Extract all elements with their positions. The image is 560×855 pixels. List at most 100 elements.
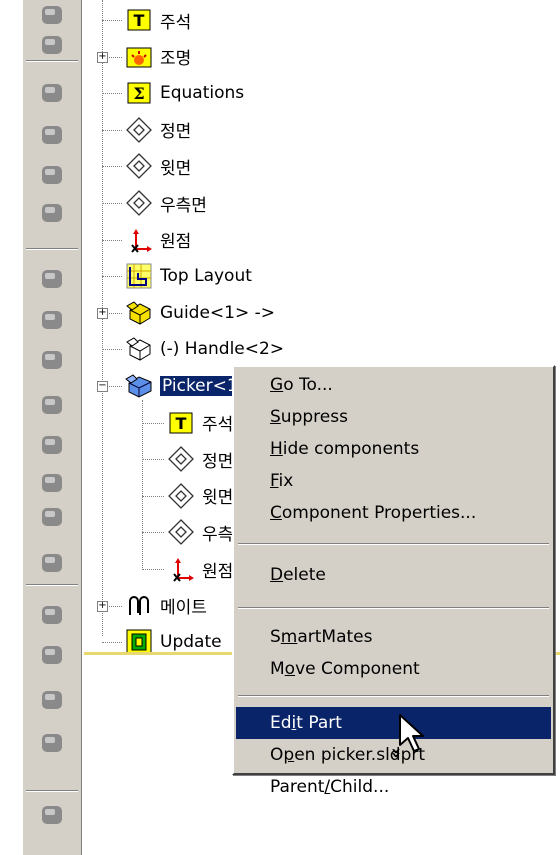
suppress-item[interactable]: Suppress <box>236 401 551 433</box>
tree-item-label: Update <box>160 632 222 653</box>
tree-item[interactable]: 메이트 <box>124 588 207 624</box>
expand-toggle[interactable]: + <box>97 307 108 319</box>
tree-item[interactable]: 우측면 <box>124 185 207 221</box>
edit-part-item[interactable]: Edit Part <box>236 707 551 739</box>
tree-item[interactable]: 윗면 <box>166 478 233 514</box>
tree-item-label: 원점 <box>160 232 192 253</box>
menu-item-label: ide components <box>282 439 420 459</box>
tree-item[interactable]: (-) Handle<2> <box>124 331 284 367</box>
toolbar-icon[interactable] <box>37 390 67 420</box>
plane-icon <box>124 115 154 145</box>
toolbar-icon[interactable] <box>37 264 67 294</box>
menu-item-mnemonic: S <box>270 407 281 427</box>
tree-item-label: 원점 <box>202 561 234 582</box>
tree-connector <box>142 569 164 570</box>
menu-item-label: Child... <box>330 777 390 797</box>
tree-item[interactable]: 정면 <box>166 441 233 477</box>
menu-item-mnemonic: C <box>270 503 282 523</box>
parent-child-item[interactable]: Parent/Child... <box>236 771 551 803</box>
toolbar-icon[interactable] <box>37 728 67 758</box>
toolbar-icon[interactable] <box>37 548 67 578</box>
delete-item[interactable]: Delete <box>236 559 551 591</box>
menu-separator <box>238 607 549 609</box>
tree-item-label: Guide<1> -> <box>160 302 276 323</box>
plane-icon <box>124 151 154 181</box>
tree-item[interactable]: Σ Equations <box>124 75 244 111</box>
menu-item-mnemonic: G <box>270 375 284 395</box>
svg-text:T: T <box>176 414 187 433</box>
toolbar-icon[interactable] <box>37 640 67 670</box>
menu-item-label: uppress <box>280 407 348 427</box>
component-properties-item[interactable]: Component Properties... <box>236 497 551 529</box>
tree-item-label: Top Layout <box>160 266 252 287</box>
toolbar-icon[interactable] <box>37 0 67 30</box>
menu-item-mnemonic: p <box>283 745 295 765</box>
hide-components-item[interactable]: Hide components <box>236 433 551 465</box>
tree-item-label: 정면 <box>160 122 192 143</box>
tree-item[interactable]: 원점 <box>124 222 191 258</box>
smartmates-item[interactable]: SmartMates <box>236 621 551 653</box>
plane-icon <box>166 444 196 474</box>
tree-connector <box>102 642 122 644</box>
command-toolbar <box>0 0 82 855</box>
lighting-icon <box>124 42 154 72</box>
tree-connector <box>102 276 122 278</box>
menu-item-mnemonic: m <box>280 627 298 647</box>
tree-item[interactable]: 윗면 <box>124 148 191 184</box>
tree-item-label: 윗면 <box>202 488 234 509</box>
menu-separator <box>238 543 549 545</box>
expand-toggle[interactable]: + <box>97 600 108 612</box>
toolbar-icon[interactable] <box>37 305 67 335</box>
context-menu: Go To... Suppress Hide components Fix Compon… <box>232 365 555 797</box>
menu-item-label: M <box>270 659 285 679</box>
toolbar-icon[interactable] <box>37 430 67 460</box>
menu-item-label: ix <box>278 471 294 491</box>
expand-toggle[interactable]: + <box>97 51 108 63</box>
menu-separator <box>238 695 549 697</box>
go-to-item[interactable]: Go To... <box>236 369 551 401</box>
toolbar-icon[interactable] <box>37 198 67 228</box>
expand-toggle[interactable]: − <box>97 381 108 392</box>
toolbar-separator <box>26 790 78 792</box>
menu-item-label: o To... <box>283 375 333 395</box>
move-component-item[interactable]: Move Component <box>236 653 551 685</box>
toolbar-icon[interactable] <box>37 30 67 60</box>
tree-connector <box>102 93 122 95</box>
tree-connector <box>102 239 122 241</box>
tree-item-label: (-) Handle<2> <box>160 339 285 360</box>
fix-item[interactable]: Fix <box>236 465 551 497</box>
tree-item[interactable]: Guide<1> -> <box>124 295 275 331</box>
tree-item[interactable]: Top Layout <box>124 258 252 294</box>
toolbar-icon[interactable] <box>37 345 67 375</box>
toolbar-icon[interactable] <box>37 685 67 715</box>
tree-item-label: 조명 <box>160 49 192 70</box>
menu-item-label: Ed <box>270 713 292 733</box>
toolbar-icon[interactable] <box>37 78 67 108</box>
menu-item-label: omponent Properties... <box>281 503 477 523</box>
tree-item[interactable]: 정면 <box>124 112 191 148</box>
tree-connector <box>142 400 143 568</box>
tree-item[interactable]: 조명 <box>124 39 191 75</box>
toolbar-icon[interactable] <box>37 600 67 630</box>
tree-connector <box>102 203 122 204</box>
tree-item[interactable]: 원점 <box>166 551 233 587</box>
tree-item[interactable]: T 주석 <box>166 405 233 441</box>
annotation-icon: T <box>124 5 154 35</box>
equations-icon: Σ <box>124 78 154 108</box>
menu-item-label: elete <box>283 565 326 585</box>
tree-connector <box>102 166 122 168</box>
tree-item[interactable]: T 주석 <box>124 2 191 38</box>
menu-item-label: O <box>270 745 284 765</box>
tree-item-label: 주석 <box>160 12 192 33</box>
toolbar-icon[interactable] <box>37 120 67 150</box>
toolbar-icon[interactable] <box>37 800 67 830</box>
menu-item-mnemonic: F <box>270 471 279 491</box>
plane-icon <box>124 188 154 218</box>
toolbar-icon[interactable] <box>37 502 67 532</box>
toolbar-icon[interactable] <box>37 160 67 190</box>
tree-item-label: 정면 <box>202 451 234 472</box>
tree-connector <box>142 422 164 424</box>
toolbar-icon[interactable] <box>37 468 67 498</box>
tree-item-label: 윗면 <box>160 158 192 179</box>
tree-connector <box>142 459 164 461</box>
